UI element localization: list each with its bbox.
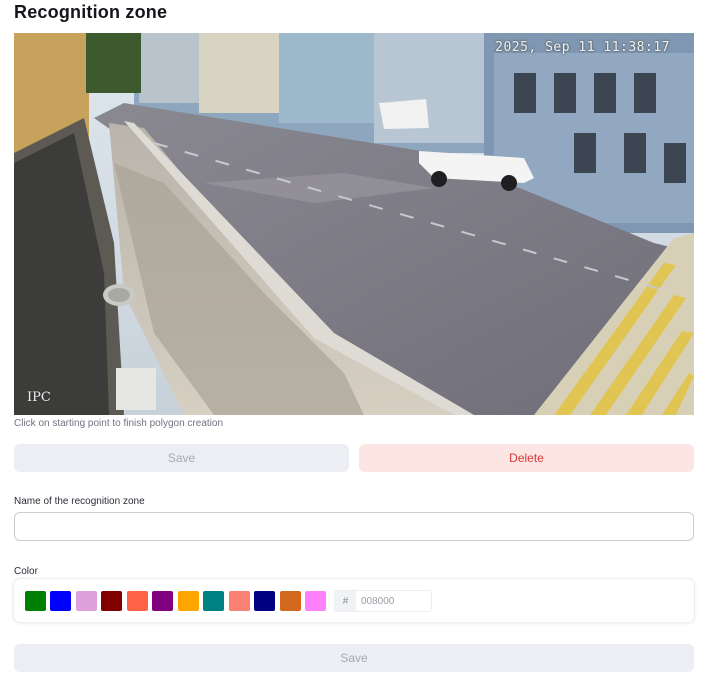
camera-timestamp: 2025, Sep 11 11:38:17 [495, 40, 670, 55]
zone-name-label: Name of the recognition zone [14, 496, 145, 507]
save-button[interactable]: Save [14, 644, 694, 672]
zone-name-input[interactable] [14, 512, 694, 541]
color-swatch[interactable] [152, 591, 173, 611]
color-swatch[interactable] [203, 591, 224, 611]
color-swatch[interactable] [127, 591, 148, 611]
color-swatch[interactable] [229, 591, 250, 611]
color-swatch[interactable] [305, 591, 326, 611]
color-swatch[interactable] [101, 591, 122, 611]
hex-color-field: # [334, 590, 432, 612]
color-swatch[interactable] [50, 591, 71, 611]
color-swatch[interactable] [76, 591, 97, 611]
camera-brand-watermark: IPC [27, 390, 51, 405]
color-label: Color [14, 566, 38, 577]
page-title: Recognition zone [14, 2, 168, 22]
hex-color-input[interactable] [356, 591, 430, 611]
color-swatch[interactable] [254, 591, 275, 611]
color-swatch[interactable] [178, 591, 199, 611]
camera-frame-image[interactable] [14, 33, 694, 415]
camera-preview[interactable]: 2025, Sep 11 11:38:17 IPC [14, 33, 694, 415]
hash-icon: # [335, 591, 356, 611]
delete-zone-button[interactable]: Delete [359, 444, 694, 472]
color-picker: # [14, 579, 694, 622]
save-zone-button[interactable]: Save [14, 444, 349, 472]
polygon-hint: Click on starting point to finish polygo… [14, 418, 224, 429]
color-swatch[interactable] [25, 591, 46, 611]
color-swatch[interactable] [280, 591, 301, 611]
